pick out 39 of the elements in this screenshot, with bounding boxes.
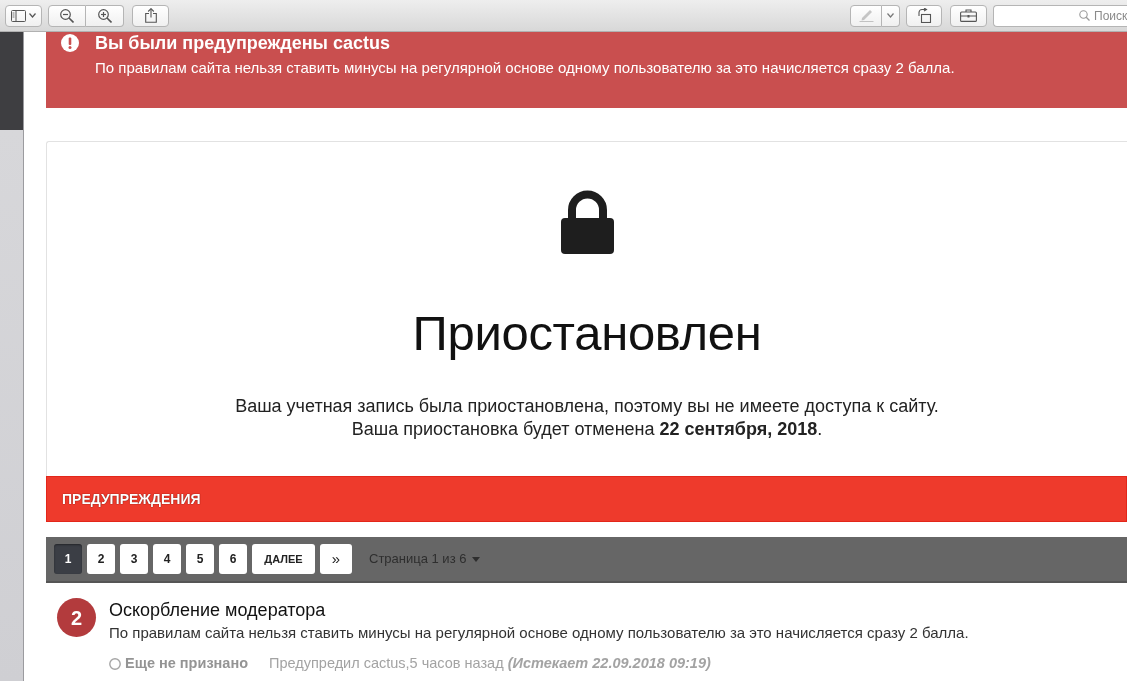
page-button[interactable]: 1 — [54, 544, 82, 574]
rotate-icon — [916, 8, 932, 23]
pen-icon — [858, 9, 874, 22]
expiry-text: (Истекает 22.09.2018 09:19) — [507, 655, 711, 672]
zoom-in-icon — [97, 8, 112, 23]
zoom-out-button[interactable] — [48, 4, 86, 27]
warnings-heading: ПРЕДУПРЕЖДЕНИЯ — [62, 489, 201, 509]
share-button[interactable] — [132, 4, 169, 27]
share-icon — [144, 8, 157, 23]
warning-title: Оскорбление модератора — [109, 600, 327, 621]
search-icon — [1079, 9, 1090, 21]
zoom-out-icon — [60, 8, 74, 23]
zoom-in-button[interactable] — [86, 4, 124, 27]
caret-icon — [29, 13, 36, 18]
page-button[interactable]: 4 — [153, 544, 181, 574]
suspension-title: Приостановлен — [411, 305, 763, 362]
next-page-button[interactable]: ДАЛЕЕ — [252, 544, 315, 574]
page-button[interactable]: 5 — [186, 544, 214, 574]
caret-icon — [472, 556, 481, 562]
sidebar-icon — [11, 9, 26, 22]
issued-text: Предупредил cactus,5 часов назад — [269, 655, 504, 672]
page-button[interactable]: 6 — [219, 544, 247, 574]
warning-points: 2 — [57, 598, 96, 637]
suspension-text: Ваша учетная запись была приостановлена, поэтому вы не имеете доступа к сайту. — [234, 395, 940, 418]
warning-text: По правилам сайта нельзя ставить минусы на регулярной основе одному пользователю за это начисляется сразу 2 балла. — [109, 624, 969, 642]
alert-title: Вы были предупреждены cactus — [95, 33, 390, 53]
sidebar-button[interactable] — [5, 4, 42, 27]
briefcase-icon — [960, 9, 977, 22]
page-button[interactable]: 2 — [87, 544, 115, 574]
toolbox-button[interactable] — [950, 4, 987, 27]
status-label: Еще не признано — [125, 655, 249, 672]
search-field[interactable]: Поиск — [993, 4, 1127, 27]
suspension-text: Ваша приостановка будет отменена 22 сентября, 2018. — [350, 418, 824, 441]
last-page-button[interactable]: » — [320, 544, 352, 574]
lock-icon — [560, 190, 614, 254]
page-button[interactable]: 3 — [120, 544, 148, 574]
caret-icon — [887, 13, 894, 18]
alert-text: По правилам сайта нельзя ставить минусы на регулярной основе одному пользователю за это начисляется сразу 2 балла. — [95, 59, 956, 77]
rotate-button[interactable] — [906, 4, 942, 27]
